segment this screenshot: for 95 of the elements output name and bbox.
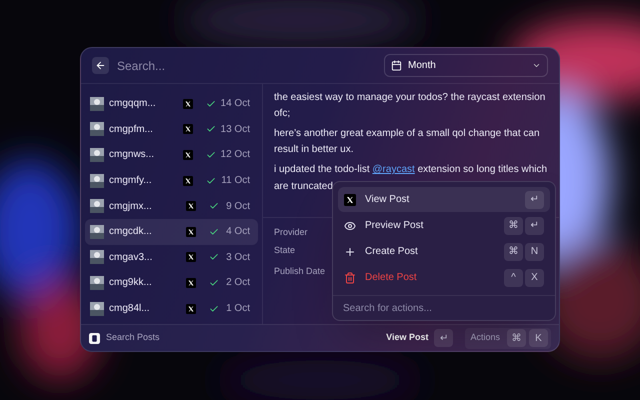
check-icon bbox=[209, 304, 219, 314]
key-hint: ↵ bbox=[525, 190, 544, 208]
check-icon bbox=[206, 150, 216, 160]
post-date: 11 Oct bbox=[221, 174, 250, 188]
action-item[interactable]: Create Post ⌘ N bbox=[338, 239, 550, 264]
post-id: cmgqqm... bbox=[109, 97, 157, 112]
check-icon bbox=[209, 201, 219, 212]
action-label: Delete Post bbox=[365, 271, 418, 285]
avatar-icon bbox=[90, 174, 104, 188]
post-paragraph: i updated the todo-list @raycast extension so long titles which bbox=[274, 163, 548, 177]
post-id: cmgpfm... bbox=[109, 122, 154, 137]
eye-icon bbox=[344, 220, 356, 232]
x-logo-icon bbox=[182, 150, 193, 160]
check-icon bbox=[206, 176, 216, 186]
post-date: 9 Oct bbox=[226, 200, 250, 214]
back-arrow-icon bbox=[95, 60, 106, 71]
x-logo-icon bbox=[186, 304, 196, 314]
x-logo-icon bbox=[344, 194, 356, 206]
avatar-icon bbox=[90, 148, 104, 162]
action-item[interactable]: View Post ↵ bbox=[338, 187, 550, 212]
x-logo-icon bbox=[186, 226, 196, 237]
post-date: 1 Oct bbox=[226, 302, 250, 316]
avatar-icon bbox=[90, 122, 104, 136]
post-paragraph: the easiest way to manage your todos? the raycast extension ofc; bbox=[274, 91, 546, 121]
x-logo-icon bbox=[182, 124, 193, 134]
action-label: Preview Post bbox=[365, 219, 424, 233]
field-label: State bbox=[274, 244, 296, 256]
mention-link[interactable]: @raycast bbox=[372, 164, 415, 175]
post-id: cmgnws... bbox=[109, 148, 156, 162]
post-list-item[interactable]: cmgav3... 3 Oct bbox=[85, 244, 258, 270]
post-paragraph: are truncated bbox=[274, 180, 333, 194]
post-date: 14 Oct bbox=[220, 97, 250, 112]
x-logo-icon bbox=[182, 98, 193, 109]
post-list-item[interactable]: cmgpfm... 13 Oct bbox=[85, 116, 258, 142]
key-hint: N bbox=[525, 242, 544, 260]
post-id: cmg84l... bbox=[109, 302, 151, 316]
post-id: cmgav3... bbox=[109, 250, 154, 265]
post-list-item[interactable]: cmg9kk... 2 Oct bbox=[85, 270, 258, 296]
search-field[interactable]: Search... bbox=[117, 56, 376, 74]
post-list-item[interactable]: cmg84l... 1 Oct bbox=[85, 296, 258, 322]
avatar-icon bbox=[90, 199, 104, 214]
post-list-item[interactable]: cmgcdk... 4 Oct bbox=[85, 218, 258, 245]
x-logo-icon bbox=[186, 252, 196, 262]
check-icon bbox=[206, 124, 216, 134]
action-label: Create Post bbox=[365, 245, 419, 259]
check-icon bbox=[206, 98, 216, 109]
check-icon bbox=[209, 278, 219, 288]
key-hint: ⌘ bbox=[507, 329, 526, 347]
action-item[interactable]: Preview Post ⌘ ↵ bbox=[338, 213, 550, 238]
post-list-item[interactable]: cmgjmx... 9 Oct bbox=[85, 193, 258, 219]
plus-icon bbox=[344, 246, 356, 258]
post-list-item[interactable]: cmgmfy... 11 Oct bbox=[85, 168, 258, 194]
actions-button[interactable]: Actions ⌘ K bbox=[465, 328, 551, 348]
avatar-icon bbox=[90, 96, 104, 111]
post-date: 13 Oct bbox=[220, 122, 250, 137]
post-date: 4 Oct bbox=[226, 225, 250, 240]
avatar-icon bbox=[90, 302, 104, 316]
action-search-field[interactable]: Search for actions... bbox=[343, 300, 545, 316]
field-label: Provider bbox=[274, 226, 308, 239]
key-hint: ^ bbox=[504, 268, 523, 286]
post-id: cmg9kk... bbox=[109, 276, 153, 290]
avatar-icon bbox=[90, 224, 104, 239]
check-icon bbox=[209, 252, 219, 262]
avatar-icon bbox=[90, 250, 104, 264]
post-id: cmgjmx... bbox=[109, 200, 153, 214]
post-list-item[interactable]: cmgnws... 12 Oct bbox=[85, 142, 258, 168]
trash-icon bbox=[344, 272, 356, 284]
key-hint: ⌘ bbox=[504, 242, 523, 260]
field-label: Publish Date bbox=[274, 265, 326, 278]
post-id: cmgcdk... bbox=[109, 225, 153, 240]
key-hint: ↵ bbox=[434, 329, 454, 347]
post-list-item[interactable]: cmgqqm... 14 Oct bbox=[85, 91, 258, 117]
x-logo-icon bbox=[186, 201, 196, 212]
key-hint: ↵ bbox=[525, 216, 544, 234]
avatar-icon bbox=[90, 276, 104, 290]
check-icon bbox=[209, 226, 219, 237]
back-button[interactable] bbox=[92, 57, 109, 74]
post-date: 3 Oct bbox=[226, 250, 250, 265]
post-date: 12 Oct bbox=[220, 148, 250, 162]
key-hint: X bbox=[525, 268, 544, 286]
action-label: View Post bbox=[365, 193, 410, 207]
x-logo-icon bbox=[186, 278, 196, 288]
post-paragraph: here’s another great example of a small qol change that can result in better ux. bbox=[274, 127, 541, 157]
x-logo-icon bbox=[183, 176, 194, 186]
calendar-icon bbox=[391, 60, 402, 71]
footer-title: Search Posts bbox=[106, 331, 161, 344]
key-hint: K bbox=[529, 329, 548, 347]
month-dropdown[interactable]: Month bbox=[384, 54, 548, 77]
chevron-icon bbox=[532, 61, 541, 70]
post-date: 2 Oct bbox=[226, 276, 250, 290]
app-logo-icon bbox=[89, 332, 100, 344]
key-hint: ⌘ bbox=[504, 216, 523, 234]
action-item[interactable]: Delete Post ^ X bbox=[338, 265, 550, 290]
view-post-button[interactable]: View Post bbox=[386, 331, 428, 345]
post-id: cmgmfy... bbox=[109, 174, 153, 188]
